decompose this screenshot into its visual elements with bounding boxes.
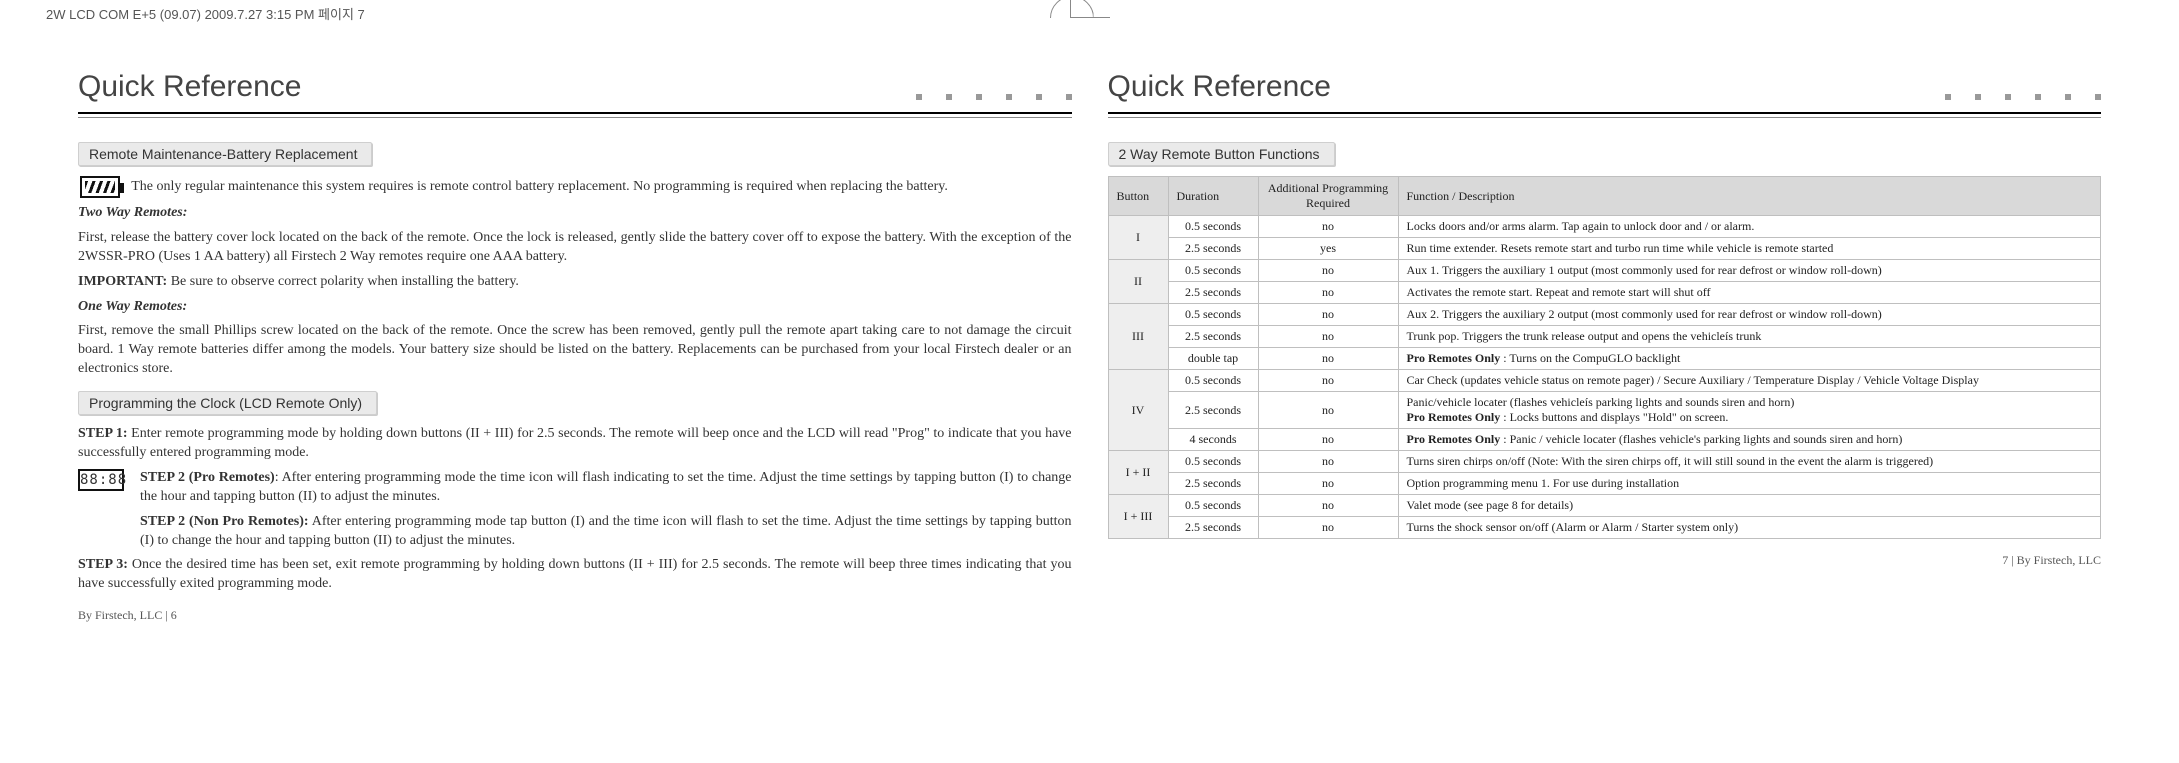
programming-cell: no bbox=[1258, 304, 1398, 326]
programming-cell: no bbox=[1258, 348, 1398, 370]
rule-dots-icon bbox=[916, 94, 1072, 104]
duration-cell: 0.5 seconds bbox=[1168, 260, 1258, 282]
programming-cell: no bbox=[1258, 517, 1398, 539]
programming-cell: no bbox=[1258, 392, 1398, 429]
table-row: I0.5 secondsnoLocks doors and/or arms al… bbox=[1108, 216, 2101, 238]
function-cell: Turns the shock sensor on/off (Alarm or … bbox=[1398, 517, 2101, 539]
table-row: I + III0.5 secondsnoValet mode (see page… bbox=[1108, 495, 2101, 517]
function-cell: Aux 2. Triggers the auxiliary 2 output (… bbox=[1398, 304, 2101, 326]
function-cell: Car Check (updates vehicle status on rem… bbox=[1398, 370, 2101, 392]
duration-cell: 0.5 seconds bbox=[1168, 495, 1258, 517]
title-rule bbox=[1108, 110, 2102, 120]
important-text: Be sure to observe correct polarity when… bbox=[167, 274, 519, 289]
page-right: Quick Reference 2 Way Remote Button Func… bbox=[1090, 70, 2120, 623]
two-way-text: First, release the battery cover lock lo… bbox=[78, 229, 1072, 267]
function-cell: Trunk pop. Triggers the trunk release ou… bbox=[1398, 326, 2101, 348]
footer-right: 7 | By Firstech, LLC bbox=[1108, 553, 2102, 568]
clock-icon: 88:88 bbox=[78, 469, 124, 491]
subhead-functions: 2 Way Remote Button Functions bbox=[1108, 142, 1335, 166]
step2a-label: STEP 2 (Pro Remotes) bbox=[140, 470, 275, 485]
function-cell: Locks doors and/or arms alarm. Tap again… bbox=[1398, 216, 2101, 238]
table-row: II0.5 secondsnoAux 1. Triggers the auxil… bbox=[1108, 260, 2101, 282]
programming-cell: no bbox=[1258, 370, 1398, 392]
button-cell: I + II bbox=[1108, 451, 1168, 495]
duration-cell: 2.5 seconds bbox=[1168, 238, 1258, 260]
maintenance-intro: The only regular maintenance this system… bbox=[131, 179, 948, 194]
table-row: III0.5 secondsnoAux 2. Triggers the auxi… bbox=[1108, 304, 2101, 326]
table-header-row: Button Duration Additional Programming R… bbox=[1108, 177, 2101, 216]
programming-cell: no bbox=[1258, 495, 1398, 517]
function-cell: Panic/vehicle locater (flashes vehicleís… bbox=[1398, 392, 2101, 429]
duration-cell: 0.5 seconds bbox=[1168, 304, 1258, 326]
button-cell: III bbox=[1108, 304, 1168, 370]
table-row: 2.5 secondsnoOption programming menu 1. … bbox=[1108, 473, 2101, 495]
programming-cell: yes bbox=[1258, 238, 1398, 260]
duration-cell: 2.5 seconds bbox=[1168, 473, 1258, 495]
function-cell: Pro Remotes Only : Turns on the CompuGLO… bbox=[1398, 348, 2101, 370]
step3-label: STEP 3: bbox=[78, 557, 128, 572]
table-row: 4 secondsnoPro Remotes Only : Panic / ve… bbox=[1108, 429, 2101, 451]
button-cell: IV bbox=[1108, 370, 1168, 451]
function-cell: Activates the remote start. Repeat and r… bbox=[1398, 282, 2101, 304]
crop-mark-icon bbox=[1070, 0, 1110, 18]
step2b-label: STEP 2 (Non Pro Remotes): bbox=[140, 514, 309, 529]
programming-cell: no bbox=[1258, 451, 1398, 473]
programming-cell: no bbox=[1258, 260, 1398, 282]
step1-label: STEP 1: bbox=[78, 426, 128, 441]
function-cell: Turns siren chirps on/off (Note: With th… bbox=[1398, 451, 2101, 473]
table-row: 2.5 secondsnoPanic/vehicle locater (flas… bbox=[1108, 392, 2101, 429]
battery-icon bbox=[80, 176, 120, 198]
duration-cell: 2.5 seconds bbox=[1168, 282, 1258, 304]
footer-left: By Firstech, LLC | 6 bbox=[78, 608, 1072, 623]
function-cell: Run time extender. Resets remote start a… bbox=[1398, 238, 2101, 260]
programming-cell: no bbox=[1258, 282, 1398, 304]
th-programming: Additional Programming Required bbox=[1258, 177, 1398, 216]
table-row: 2.5 secondsnoTrunk pop. Triggers the tru… bbox=[1108, 326, 2101, 348]
two-way-heading: Two Way Remotes: bbox=[78, 205, 187, 220]
button-functions-table: Button Duration Additional Programming R… bbox=[1108, 176, 2102, 539]
step3-text: Once the desired time has been set, exit… bbox=[78, 557, 1072, 591]
duration-cell: 0.5 seconds bbox=[1168, 216, 1258, 238]
title-rule bbox=[78, 110, 1072, 120]
table-row: double tapnoPro Remotes Only : Turns on … bbox=[1108, 348, 2101, 370]
function-cell: Pro Remotes Only : Panic / vehicle locat… bbox=[1398, 429, 2101, 451]
programming-cell: no bbox=[1258, 326, 1398, 348]
duration-cell: 4 seconds bbox=[1168, 429, 1258, 451]
function-cell: Aux 1. Triggers the auxiliary 1 output (… bbox=[1398, 260, 2101, 282]
step2a-text: : After entering programming mode the ti… bbox=[140, 470, 1072, 504]
table-row: 2.5 secondsnoTurns the shock sensor on/o… bbox=[1108, 517, 2101, 539]
programming-cell: no bbox=[1258, 216, 1398, 238]
important-label: IMPORTANT: bbox=[78, 274, 167, 289]
duration-cell: 2.5 seconds bbox=[1168, 517, 1258, 539]
button-cell: II bbox=[1108, 260, 1168, 304]
page-left: Quick Reference Remote Maintenance-Batte… bbox=[60, 70, 1090, 623]
job-line: 2W LCD COM E+5 (09.07) 2009.7.27 3:15 PM… bbox=[46, 4, 365, 23]
programming-cell: no bbox=[1258, 473, 1398, 495]
table-row: 2.5 secondsnoActivates the remote start.… bbox=[1108, 282, 2101, 304]
duration-cell: double tap bbox=[1168, 348, 1258, 370]
one-way-heading: One Way Remotes: bbox=[78, 299, 187, 314]
rule-dots-icon bbox=[1945, 94, 2101, 104]
duration-cell: 0.5 seconds bbox=[1168, 451, 1258, 473]
duration-cell: 2.5 seconds bbox=[1168, 392, 1258, 429]
table-row: I + II0.5 secondsnoTurns siren chirps on… bbox=[1108, 451, 2101, 473]
table-row: 2.5 secondsyesRun time extender. Resets … bbox=[1108, 238, 2101, 260]
button-cell: I bbox=[1108, 216, 1168, 260]
duration-cell: 2.5 seconds bbox=[1168, 326, 1258, 348]
step1-text: Enter remote programming mode by holding… bbox=[78, 426, 1072, 460]
function-cell: Valet mode (see page 8 for details) bbox=[1398, 495, 2101, 517]
table-row: IV0.5 secondsnoCar Check (updates vehicl… bbox=[1108, 370, 2101, 392]
programming-cell: no bbox=[1258, 429, 1398, 451]
th-duration: Duration bbox=[1168, 177, 1258, 216]
subhead-clock: Programming the Clock (LCD Remote Only) bbox=[78, 391, 377, 415]
one-way-text: First, remove the small Phillips screw l… bbox=[78, 322, 1072, 379]
button-cell: I + III bbox=[1108, 495, 1168, 539]
subhead-maintenance: Remote Maintenance-Battery Replacement bbox=[78, 142, 372, 166]
th-button: Button bbox=[1108, 177, 1168, 216]
th-function: Function / Description bbox=[1398, 177, 2101, 216]
duration-cell: 0.5 seconds bbox=[1168, 370, 1258, 392]
function-cell: Option programming menu 1. For use durin… bbox=[1398, 473, 2101, 495]
